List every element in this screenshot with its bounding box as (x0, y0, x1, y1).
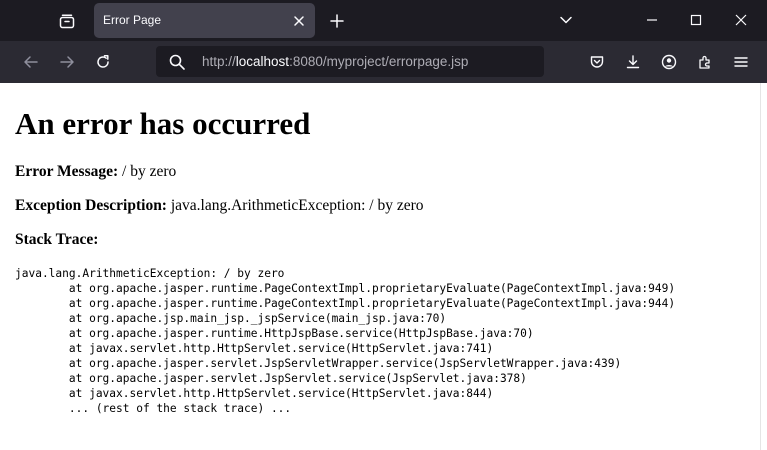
url-prefix: http:// (202, 54, 236, 69)
close-window-icon[interactable] (726, 6, 756, 34)
stack-trace-line: at org.apache.jasper.runtime.PageContext… (15, 297, 676, 310)
stack-trace-line: at javax.servlet.http.HttpServlet.servic… (15, 342, 494, 355)
url-path: :8080/myproject/errorpage.jsp (289, 54, 469, 69)
exception-description-label: Exception Description: (15, 197, 167, 214)
stack-trace-heading: Stack Trace: (15, 231, 98, 249)
stack-trace-label: Stack Trace: (15, 231, 99, 248)
chevron-down-icon[interactable] (551, 6, 581, 34)
close-icon[interactable] (289, 11, 309, 31)
url-bar[interactable]: http://localhost:8080/myproject/errorpag… (156, 46, 544, 77)
error-message-label: Error Message: (15, 163, 119, 180)
download-icon[interactable] (619, 48, 647, 76)
page-content: An error has occurred Error Message: / b… (0, 83, 760, 450)
stack-trace-line: at org.apache.jasper.runtime.HttpJspBase… (15, 327, 534, 340)
forward-arrow-icon[interactable] (53, 48, 81, 76)
page-scrollbar[interactable] (760, 83, 767, 450)
stack-trace-line: at javax.servlet.http.HttpServlet.servic… (15, 387, 494, 400)
tab-error-page[interactable]: Error Page (94, 3, 315, 38)
reload-icon[interactable] (89, 48, 117, 76)
maximize-icon[interactable] (681, 6, 711, 34)
error-message-value: / by zero (122, 163, 177, 180)
page-title: An error has occurred (15, 106, 311, 141)
stack-trace-line: at org.apache.jasper.servlet.JspServlet.… (15, 372, 527, 385)
minimize-icon[interactable] (637, 6, 667, 34)
stack-trace-line: at org.apache.jasper.servlet.JspServletW… (15, 357, 622, 370)
exception-description-value: java.lang.ArithmeticException: / by zero (170, 197, 424, 214)
tab-bar: Error Page (0, 0, 767, 41)
tab-title: Error Page (103, 13, 162, 27)
error-message-line: Error Message: / by zero (15, 163, 176, 181)
extensions-icon[interactable] (691, 48, 719, 76)
tab-list-icon[interactable] (54, 8, 80, 34)
stack-trace: java.lang.ArithmeticException: / by zero… (15, 266, 675, 416)
stack-trace-line: java.lang.ArithmeticException: / by zero (15, 267, 285, 280)
stack-trace-line: ... (rest of the stack trace) ... (15, 402, 292, 415)
hamburger-menu-icon[interactable] (727, 48, 755, 76)
back-arrow-icon[interactable] (17, 48, 45, 76)
url-text[interactable]: http://localhost:8080/myproject/errorpag… (202, 54, 468, 69)
url-host: localhost (235, 54, 290, 69)
search-icon (168, 53, 186, 71)
stack-trace-line: at org.apache.jasper.runtime.PageContext… (15, 282, 676, 295)
pocket-icon[interactable] (583, 48, 611, 76)
plus-icon[interactable] (324, 8, 350, 34)
stack-trace-line: at org.apache.jsp.main_jsp._jspService(m… (15, 312, 447, 325)
navigation-toolbar: http://localhost:8080/myproject/errorpag… (0, 41, 767, 83)
exception-description-line: Exception Description: java.lang.Arithme… (15, 197, 424, 215)
account-icon[interactable] (655, 48, 683, 76)
